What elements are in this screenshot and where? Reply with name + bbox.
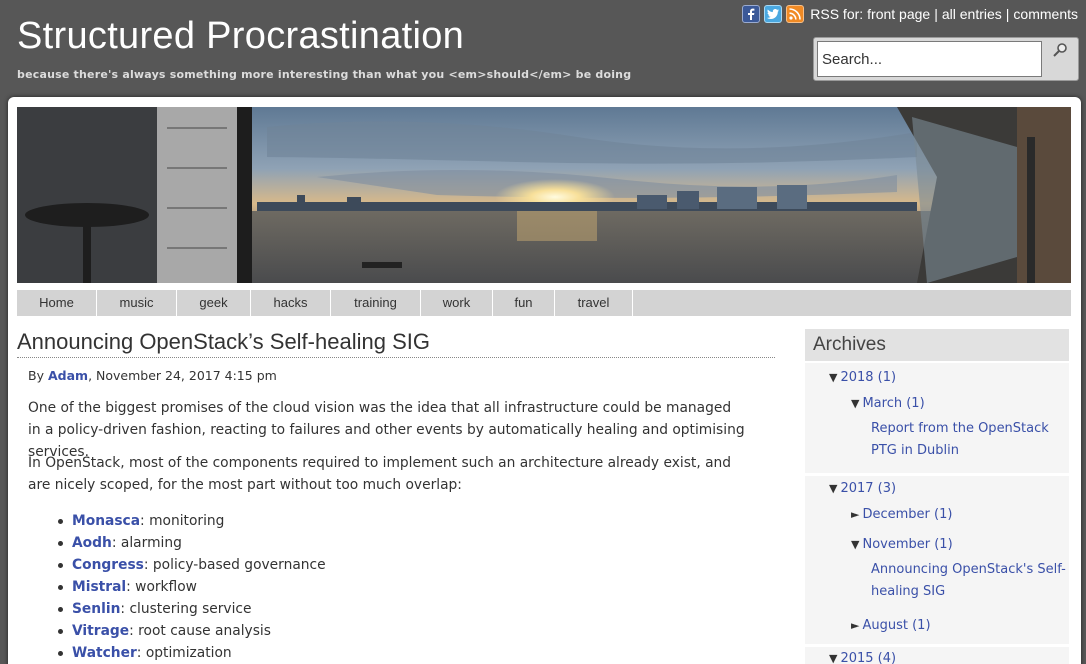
rss-all-entries-link[interactable]: all entries bbox=[942, 6, 1002, 22]
main-nav: Home music geek hacks training work fun … bbox=[17, 290, 1071, 316]
expanded-arrow-icon[interactable]: ▼ bbox=[829, 371, 837, 384]
archive-year-block: ▼ 2018 (1) ▼ March (1) Report from the Ope… bbox=[805, 363, 1069, 473]
nav-item-fun[interactable]: fun bbox=[493, 290, 555, 316]
archive-month-label[interactable]: August (1) bbox=[862, 618, 930, 633]
search-input[interactable] bbox=[817, 41, 1042, 77]
rss-front-page-link[interactable]: front page bbox=[867, 6, 930, 22]
component-desc: : clustering service bbox=[120, 601, 252, 617]
search-box bbox=[813, 37, 1079, 81]
archive-month-august[interactable]: ► August (1) bbox=[851, 618, 931, 633]
expanded-arrow-icon[interactable]: ▼ bbox=[851, 397, 859, 410]
rss-comments-link[interactable]: comments bbox=[1013, 6, 1078, 22]
archive-year-block: ▼ 2017 (3) ► December (1) ▼ November (1) An… bbox=[805, 476, 1069, 644]
expanded-arrow-icon[interactable]: ▼ bbox=[829, 482, 837, 495]
component-link-congress[interactable]: Congress bbox=[72, 557, 144, 573]
facebook-icon[interactable] bbox=[742, 5, 761, 23]
archive-post-link[interactable]: Announcing OpenStack's Self-healing SIG bbox=[871, 559, 1069, 603]
archive-month-label[interactable]: March (1) bbox=[862, 396, 924, 411]
archive-month-november[interactable]: ▼ November (1) bbox=[851, 537, 953, 552]
component-desc: : root cause analysis bbox=[129, 623, 271, 639]
byline-prefix: By bbox=[28, 368, 44, 383]
nav-item-hacks[interactable]: hacks bbox=[251, 290, 331, 316]
component-link-vitrage[interactable]: Vitrage bbox=[72, 623, 129, 639]
list-item: Watcher: optimization bbox=[58, 642, 326, 664]
post-date: , November 24, 2017 4:15 pm bbox=[88, 368, 277, 383]
twitter-icon[interactable] bbox=[764, 5, 783, 23]
expanded-arrow-icon[interactable]: ▼ bbox=[851, 538, 859, 551]
nav-item-training[interactable]: training bbox=[331, 290, 421, 316]
archive-post-link[interactable]: Report from the OpenStack PTG in Dublin bbox=[871, 418, 1069, 462]
component-desc: : monitoring bbox=[140, 513, 225, 529]
component-link-monasca[interactable]: Monasca bbox=[72, 513, 140, 529]
nav-item-travel[interactable]: travel bbox=[555, 290, 633, 316]
site-tagline: because there's always something more in… bbox=[17, 68, 632, 81]
header-banner-image bbox=[17, 107, 1071, 283]
post-title-divider bbox=[17, 357, 775, 358]
post-paragraph: In OpenStack, most of the components req… bbox=[28, 455, 732, 493]
nav-item-home[interactable]: Home bbox=[17, 290, 97, 316]
component-link-watcher[interactable]: Watcher bbox=[72, 645, 137, 661]
rss-separator: | bbox=[1005, 6, 1010, 22]
archive-year-2018[interactable]: ▼ 2018 (1) bbox=[829, 370, 896, 385]
archives-sidebar: Archives ▼ 2018 (1) ▼ March (1) Report fro… bbox=[805, 329, 1069, 664]
archive-year-label[interactable]: 2017 (3) bbox=[840, 481, 896, 496]
collapsed-arrow-icon[interactable]: ► bbox=[851, 619, 859, 632]
nav-item-music[interactable]: music bbox=[97, 290, 177, 316]
component-desc: : optimization bbox=[136, 645, 232, 661]
component-desc: : alarming bbox=[111, 535, 182, 551]
archive-year-label[interactable]: 2018 (1) bbox=[840, 370, 896, 385]
nav-item-work[interactable]: work bbox=[421, 290, 493, 316]
search-icon[interactable] bbox=[1046, 42, 1074, 62]
collapsed-arrow-icon[interactable]: ► bbox=[851, 508, 859, 521]
component-link-aodh[interactable]: Aodh bbox=[72, 535, 112, 551]
list-item: Monasca: monitoring bbox=[58, 510, 326, 532]
list-item: Congress: policy-based governance bbox=[58, 554, 326, 576]
rss-label: RSS for: bbox=[810, 6, 864, 22]
list-item: Aodh: alarming bbox=[58, 532, 326, 554]
rss-feed-icon[interactable] bbox=[786, 5, 805, 23]
expanded-arrow-icon[interactable]: ▼ bbox=[829, 652, 837, 664]
archive-month-label[interactable]: November (1) bbox=[862, 537, 952, 552]
rss-separator: | bbox=[934, 6, 938, 22]
nav-item-geek[interactable]: geek bbox=[177, 290, 251, 316]
component-link-mistral[interactable]: Mistral bbox=[72, 579, 126, 595]
list-item: Vitrage: root cause analysis bbox=[58, 620, 326, 642]
list-item: Mistral: workflow bbox=[58, 576, 326, 598]
archive-month-march[interactable]: ▼ March (1) bbox=[851, 396, 925, 411]
rss-bar: RSS for: front page | all entries | comm… bbox=[742, 5, 1078, 23]
component-link-senlin[interactable]: Senlin bbox=[72, 601, 120, 617]
archives-heading: Archives bbox=[805, 329, 1069, 361]
post-author-link[interactable]: Adam bbox=[48, 368, 88, 383]
archive-year-block: ▼ 2015 (4) bbox=[805, 647, 1069, 664]
post-title[interactable]: Announcing OpenStack’s Self-healing SIG bbox=[17, 329, 430, 355]
archive-year-2015[interactable]: ▼ 2015 (4) bbox=[829, 651, 896, 664]
post-byline: By Adam, November 24, 2017 4:15 pm bbox=[28, 368, 277, 383]
list-item: Senlin: clustering service bbox=[58, 598, 326, 620]
archive-year-label[interactable]: 2015 (4) bbox=[840, 651, 896, 664]
archive-month-december[interactable]: ► December (1) bbox=[851, 507, 952, 522]
component-desc: : policy-based governance bbox=[143, 557, 326, 573]
component-list: Monasca: monitoring Aodh: alarming Congr… bbox=[58, 510, 326, 664]
archive-year-2017[interactable]: ▼ 2017 (3) bbox=[829, 481, 896, 496]
archive-month-label[interactable]: December (1) bbox=[862, 507, 952, 522]
site-title[interactable]: Structured Procrastination bbox=[17, 15, 464, 58]
component-desc: : workflow bbox=[126, 579, 197, 595]
